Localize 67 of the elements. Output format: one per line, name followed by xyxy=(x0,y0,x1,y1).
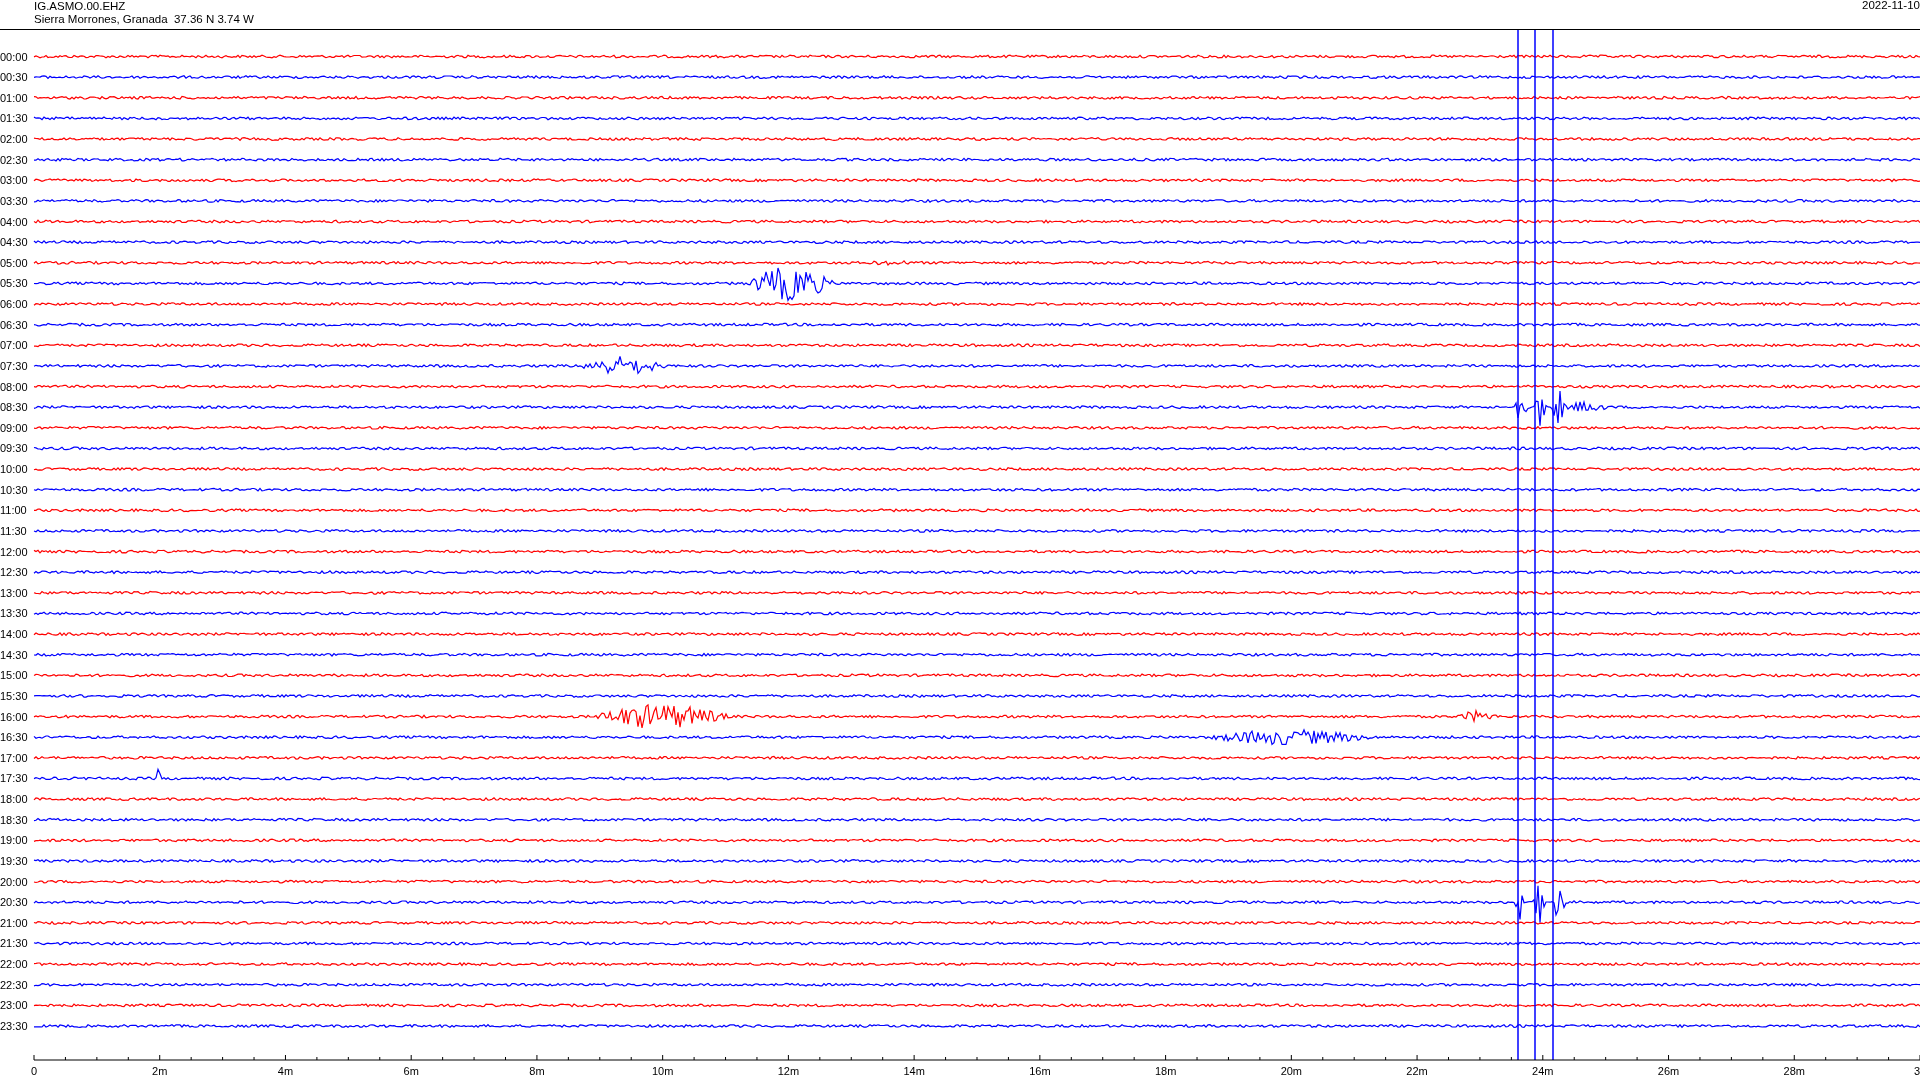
station-location: Sierra Morrones, Granada 37.36 N 3.74 W xyxy=(34,13,254,26)
row-time-label: 09:00 xyxy=(0,421,28,434)
row-time-label: 22:00 xyxy=(0,958,28,971)
axis-tick-label: 0 xyxy=(30,1065,38,1077)
row-time-label: 03:00 xyxy=(0,174,28,187)
axis-tick-label: 2m xyxy=(152,1065,168,1077)
axis-tick-label: 10m xyxy=(651,1065,674,1077)
row-time-label: 19:00 xyxy=(0,834,28,847)
row-time-label: 15:30 xyxy=(0,689,28,702)
axis-tick-label: 22m xyxy=(1406,1065,1428,1077)
row-time-label: 13:30 xyxy=(0,607,28,620)
axis-tick-label: 18m xyxy=(1154,1065,1177,1077)
row-time-label: 16:30 xyxy=(0,731,28,744)
row-time-label: 20:30 xyxy=(0,896,28,909)
row-time-label: 13:00 xyxy=(0,586,28,599)
row-time-label: 01:00 xyxy=(0,91,28,104)
row-time-label: 12:30 xyxy=(0,566,28,579)
station-code: IG.ASMO.00.EHZ xyxy=(34,0,127,13)
row-time-label: 18:30 xyxy=(0,813,28,826)
row-time-label: 21:00 xyxy=(0,916,28,929)
row-time-label: 20:00 xyxy=(0,875,28,888)
row-time-label: 12:00 xyxy=(0,545,28,558)
axis-tick-label: 16m xyxy=(1029,1065,1051,1077)
axis-tick-label: 6m xyxy=(403,1065,419,1077)
row-time-label: 16:00 xyxy=(0,710,28,723)
row-time-label: 01:30 xyxy=(0,112,28,125)
row-time-label: 08:00 xyxy=(0,380,28,393)
row-time-label: 10:00 xyxy=(0,463,28,476)
row-time-label: 05:00 xyxy=(0,256,28,269)
axis-tick-label: 20m xyxy=(1280,1065,1303,1077)
row-time-label: 14:00 xyxy=(0,628,28,641)
row-time-label: 23:30 xyxy=(0,1020,28,1032)
row-time-label: 05:30 xyxy=(0,277,28,290)
row-time-label: 04:30 xyxy=(0,236,28,249)
plot-date: 2022-11-10 xyxy=(1862,0,1920,13)
row-time-label: 17:00 xyxy=(0,751,28,764)
row-time-label: 11:00 xyxy=(0,504,27,517)
row-time-label: 21:30 xyxy=(0,937,28,950)
row-time-label: 04:00 xyxy=(0,215,28,228)
row-time-label: 06:00 xyxy=(0,298,28,311)
row-time-label: 14:30 xyxy=(0,648,28,661)
axis-tick-label: 14m xyxy=(903,1065,925,1077)
row-time-label: 09:30 xyxy=(0,442,28,455)
axis-tick-label: 26m xyxy=(1657,1065,1680,1077)
row-time-label: 08:30 xyxy=(0,401,28,414)
axis-tick-label: 8m xyxy=(529,1065,545,1077)
axis-tick-label: 24m xyxy=(1532,1065,1554,1077)
row-time-label: 11:30 xyxy=(0,524,27,537)
row-time-label: 02:30 xyxy=(0,153,28,166)
row-time-label: 10:30 xyxy=(0,483,28,496)
row-time-label: 07:30 xyxy=(0,359,28,372)
axis-tick-label: 12m xyxy=(777,1065,800,1077)
row-time-label: 06:30 xyxy=(0,318,28,331)
row-time-label: 23:00 xyxy=(0,999,28,1012)
axis-tick-label: 4m xyxy=(277,1065,294,1077)
row-time-label: 03:30 xyxy=(0,194,28,207)
row-time-label: 00:30 xyxy=(0,71,28,84)
row-time-label: 07:00 xyxy=(0,339,28,352)
row-time-label: 18:00 xyxy=(0,793,28,806)
row-time-label: 17:30 xyxy=(0,772,28,785)
row-time-label: 15:00 xyxy=(0,669,28,682)
axis-tick-label: 28m xyxy=(1783,1065,1805,1077)
row-time-label: 00:00 xyxy=(0,50,28,63)
row-time-label: 02:00 xyxy=(0,133,28,145)
row-time-label: 22:30 xyxy=(0,978,28,991)
axis-tick-label: 3 xyxy=(1913,1065,1920,1077)
row-time-label: 19:30 xyxy=(0,855,28,867)
